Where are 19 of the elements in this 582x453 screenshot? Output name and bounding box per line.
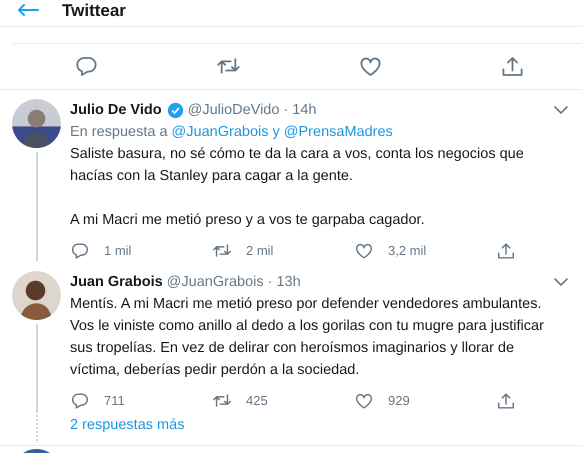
mentions-link[interactable]: @JuanGrabois y @PrensaMadres [172,121,393,143]
retweet-count: 2 mil [246,242,274,260]
tweet-text: A mi Macri me metió preso y a vos te garpaba cagador. [70,211,426,230]
more-replies-link[interactable]: 2 respuestas más [70,415,184,437]
reply-count: 711 [104,392,125,410]
retweet-count: 425 [246,392,268,410]
tweet-time: · 13h [268,273,301,292]
tweet-time: · 14h [283,101,316,120]
reply-count: 1 mil [104,242,132,260]
page-title: Twittear [62,1,126,20]
user-handle[interactable]: @JuanGrabois [166,271,264,293]
like-count: 929 [388,392,410,410]
like-count: 3,2 mil [388,242,426,260]
user-name[interactable]: Juan Grabois [70,271,163,293]
user-name[interactable]: Julio De Vido [70,99,162,121]
user-handle[interactable]: @JulioDeVido [188,99,280,121]
tweet-text: Mentís. A mi Macri me metió preso por defender vendedores ambulantes. Vos le viniste como anillo al dedo a los gorilas con tu mugre para justificar sus tropelías. En vez de delirar con heroísmos imaginarios y llorar de víctima, deberías pedir perdón a la sociedad. [70,295,545,380]
reply-label: En respuesta a [70,123,168,142]
tweet-text: Saliste basura, no sé cómo te da la cara a vos, conta los negocios que hacías con la Stanley para cagar a la gente. [70,145,525,186]
